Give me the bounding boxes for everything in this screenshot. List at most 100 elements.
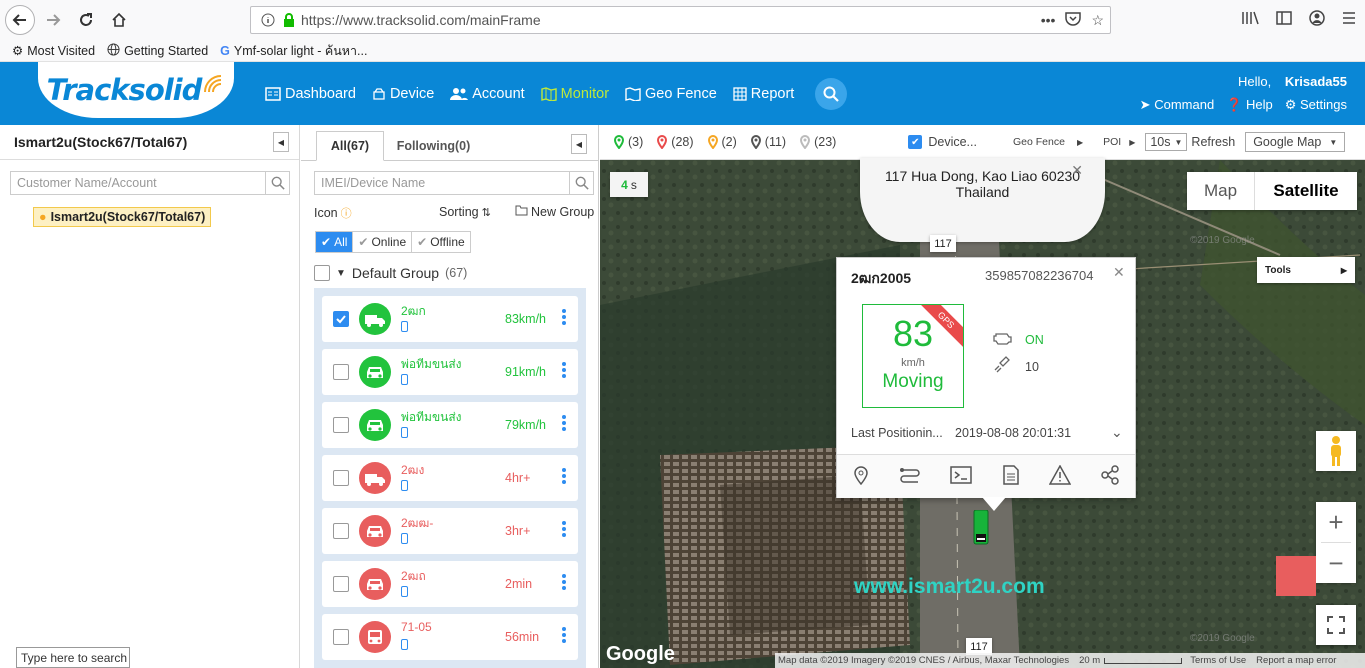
collapse-left-button[interactable]: ◀ [273,132,289,152]
zoom-in-button[interactable]: + [1328,502,1343,542]
maptype-select[interactable]: Google Map ▼ [1245,132,1346,152]
share-icon[interactable] [1100,465,1120,488]
more-vertical-icon[interactable] [562,468,566,484]
address-bar[interactable]: https://www.tracksolid.com/mainFrame •••… [250,6,1111,34]
group-header[interactable]: ▼ Default Group (67) [314,265,467,281]
vehicle-checkbox[interactable] [333,470,349,486]
more-vertical-icon[interactable] [562,521,566,537]
account-icon[interactable] [1309,10,1325,29]
map-area[interactable]: (3) (28) (2) (11) (23) ✔ Device... Geo Fence ▶ PO… [600,125,1365,668]
nav-account[interactable]: Account [450,86,525,102]
bookmark-most-visited[interactable]: ⚙ Most Visited [12,43,95,59]
status-count-0[interactable]: (3) [614,135,643,149]
vehicle-row[interactable]: พ่อทีมขนส่ง 79km/h [322,402,578,448]
expand-chevron-icon[interactable]: ⌄ [1111,424,1123,441]
geofence-dropdown[interactable]: Geo Fence ▶ [1013,136,1083,148]
vehicle-checkbox[interactable] [333,417,349,433]
zoom-out-button[interactable]: − [1328,543,1343,583]
vehicle-checkbox[interactable] [333,576,349,592]
vehicle-row[interactable]: พ่อทีมขนส่ง 91km/h [322,349,578,395]
reload-button[interactable] [71,5,101,35]
filter-all[interactable]: ✔ All [316,232,354,252]
pocket-icon[interactable] [1065,11,1082,29]
poi-dropdown[interactable]: POI ▶ [1103,136,1135,148]
nav-report[interactable]: Report [733,86,794,102]
tab-following[interactable]: Following(0) [391,131,476,161]
back-button[interactable] [5,5,35,35]
more-vertical-icon[interactable] [562,362,566,378]
settings-link[interactable]: ⚙ Settings [1285,97,1347,113]
device-checkbox[interactable]: ✔ [908,135,923,149]
status-count-4[interactable]: (23) [800,135,836,149]
vehicle-name: 71-05 [401,620,432,634]
vehicle-checkbox[interactable] [333,523,349,539]
command-link[interactable]: ➤ Command [1140,97,1215,113]
forward-button[interactable] [38,5,68,35]
group-checkbox[interactable] [314,265,330,281]
bookmark-star-icon[interactable]: ☆ [1091,12,1104,29]
tree-root-node[interactable]: ● Ismart2u(Stock67/Total67) [33,207,212,227]
vehicle-marker[interactable] [971,510,991,548]
nav-device[interactable]: Device [372,86,434,102]
header-search-button[interactable] [815,78,847,110]
bookmark-ymf-solar[interactable]: G Ymf-solar light - ค้นหา... [220,41,367,61]
device-toggle[interactable]: ✔ Device... [908,135,977,149]
status-count-3[interactable]: (11) [750,135,786,149]
filter-offline[interactable]: ✔ Offline [412,232,470,252]
tab-all[interactable]: All(67) [316,131,384,161]
map-button[interactable]: Map [1187,181,1254,201]
popup-close-icon[interactable]: ✕ [1113,264,1125,281]
fullscreen-button[interactable] [1316,605,1356,645]
vehicle-row[interactable]: 71-05 56min [322,614,578,660]
bookmark-getting-started[interactable]: Getting Started [107,42,208,59]
sorting-button[interactable]: Sorting ⇅ [439,205,491,219]
alert-warning-icon[interactable] [1048,464,1072,488]
more-vertical-icon[interactable] [562,415,566,431]
sidebar-icon[interactable] [1275,10,1293,29]
playback-route-icon[interactable] [899,466,921,487]
nav-geofence[interactable]: Geo Fence [625,86,717,102]
vehicle-checkbox[interactable] [333,629,349,645]
status-count-1[interactable]: (28) [657,135,694,149]
tracksolid-logo[interactable]: Tracksolid [38,62,234,118]
username[interactable]: Krisada55 [1285,74,1347,89]
more-vertical-icon[interactable] [562,627,566,643]
nav-monitor[interactable]: Monitor [540,86,609,102]
report-error-link[interactable]: Report a map error [1256,655,1336,666]
satellite-button[interactable]: Satellite [1255,181,1357,201]
menu-icon[interactable] [1341,10,1357,29]
location-pin-icon[interactable] [852,465,870,488]
customer-search-input[interactable]: Customer Name/Account [10,171,290,195]
command-terminal-icon[interactable] [950,466,973,487]
device-search-input[interactable]: IMEI/Device Name [314,171,594,195]
vehicle-row[interactable]: 2ฒก 83km/h [322,296,578,342]
info-icon[interactable] [261,13,275,27]
vehicle-row[interactable]: 2ฒถ 2min [322,561,578,607]
home-button[interactable] [104,5,134,35]
more-vertical-icon[interactable] [562,309,566,325]
tools-dropdown[interactable]: Tools ▶ [1257,257,1355,283]
vehicle-row[interactable]: 2ฒง 4hr+ [322,455,578,501]
interval-select[interactable]: 10s ▼ [1145,133,1188,151]
close-address-icon[interactable]: ✕ [1071,162,1083,179]
library-icon[interactable] [1241,10,1259,29]
report-document-icon[interactable] [1002,465,1020,488]
taskbar-search[interactable]: Type here to search [16,647,130,668]
icon-toggle[interactable]: Icon ⓘ [314,205,352,221]
vehicle-checkbox[interactable] [333,364,349,380]
search-icon[interactable] [265,172,289,194]
nav-dashboard[interactable]: Dashboard [265,86,356,102]
more-vertical-icon[interactable] [562,574,566,590]
new-group-button[interactable]: New Group [515,205,594,219]
collapse-middle-button[interactable]: ◀ [571,134,587,154]
refresh-button[interactable]: Refresh [1191,135,1235,149]
help-link[interactable]: ❓ Help [1226,97,1273,113]
status-count-2[interactable]: (2) [707,135,737,149]
filter-online[interactable]: ✔ Online [353,232,413,252]
search-icon[interactable] [569,172,593,194]
vehicle-checkbox[interactable] [333,311,349,327]
page-actions-icon[interactable]: ••• [1041,12,1056,28]
vehicle-row[interactable]: 2ฒฒ- 3hr+ [322,508,578,554]
terms-link[interactable]: Terms of Use [1190,655,1246,666]
street-view-pegman[interactable] [1316,431,1356,471]
